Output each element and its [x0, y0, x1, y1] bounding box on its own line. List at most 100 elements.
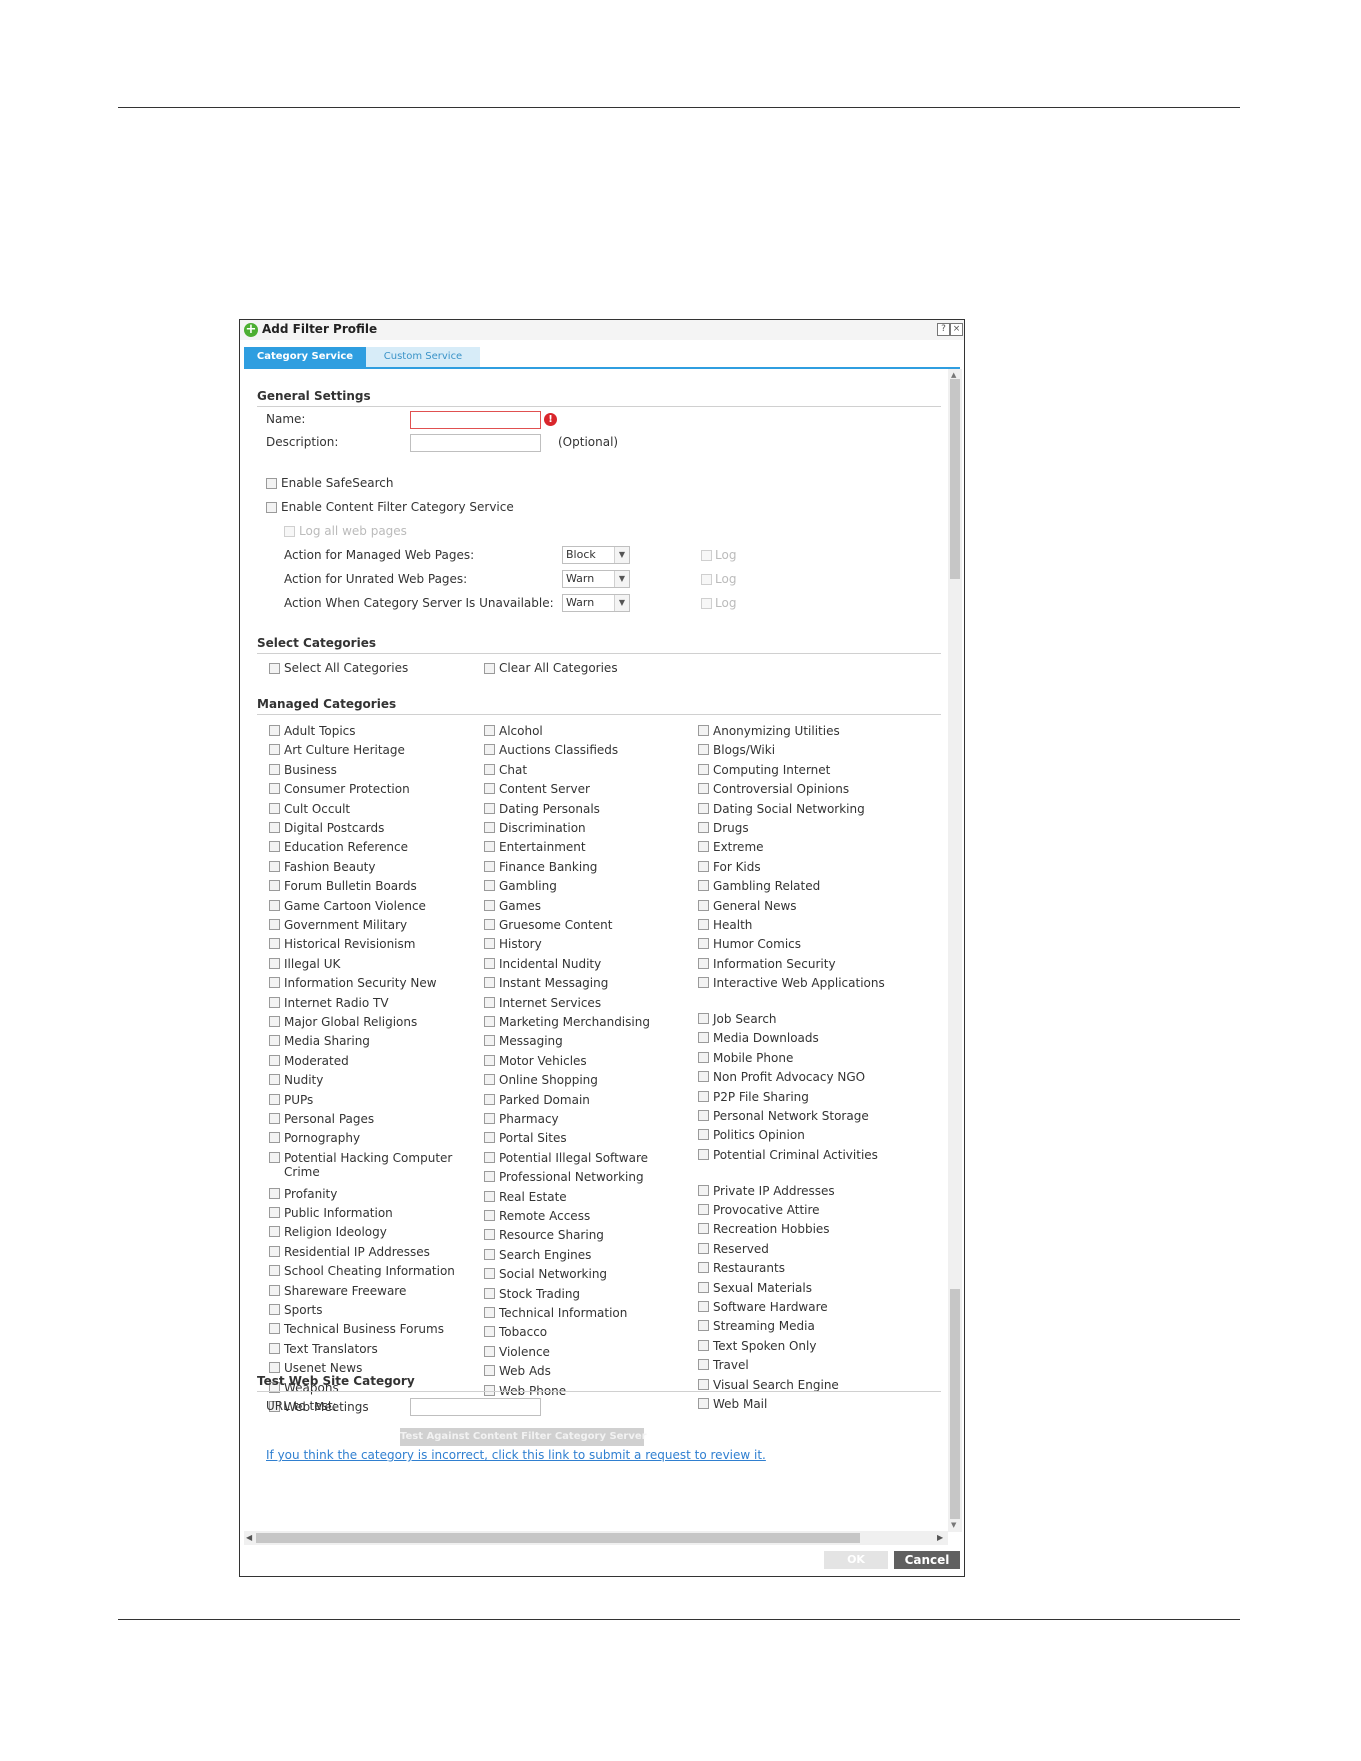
- category-checkbox[interactable]: [484, 977, 495, 988]
- scroll-right-icon[interactable]: ▶: [937, 1533, 943, 1542]
- category-checkbox[interactable]: [698, 822, 709, 833]
- category-checkbox[interactable]: [269, 822, 280, 833]
- help-icon[interactable]: ?: [937, 323, 950, 336]
- review-request-link[interactable]: If you think the category is incorrect, …: [266, 1448, 766, 1462]
- category-checkbox[interactable]: [269, 997, 280, 1008]
- category-checkbox[interactable]: [484, 1191, 495, 1202]
- category-checkbox[interactable]: [269, 880, 280, 891]
- category-checkbox[interactable]: [484, 1132, 495, 1143]
- category-checkbox[interactable]: [269, 1094, 280, 1105]
- url-to-test-input[interactable]: [410, 1398, 541, 1416]
- category-checkbox[interactable]: [698, 1052, 709, 1063]
- category-checkbox[interactable]: [269, 1152, 280, 1163]
- category-checkbox[interactable]: [698, 1204, 709, 1215]
- category-checkbox[interactable]: [698, 1262, 709, 1273]
- category-checkbox[interactable]: [698, 1071, 709, 1082]
- category-checkbox[interactable]: [269, 861, 280, 872]
- category-checkbox[interactable]: [698, 1243, 709, 1254]
- category-checkbox[interactable]: [698, 1301, 709, 1312]
- category-checkbox[interactable]: [698, 880, 709, 891]
- category-checkbox[interactable]: [269, 1074, 280, 1085]
- category-checkbox[interactable]: [484, 938, 495, 949]
- category-checkbox[interactable]: [698, 803, 709, 814]
- category-checkbox[interactable]: [269, 1113, 280, 1124]
- category-checkbox[interactable]: [269, 1362, 280, 1373]
- category-checkbox[interactable]: [698, 1032, 709, 1043]
- vertical-scroll-thumb-lower[interactable]: [950, 1289, 960, 1519]
- scroll-down-icon[interactable]: ▼: [951, 1521, 956, 1529]
- category-checkbox[interactable]: [269, 725, 280, 736]
- category-checkbox[interactable]: [269, 938, 280, 949]
- category-checkbox[interactable]: [698, 1013, 709, 1024]
- category-checkbox[interactable]: [269, 841, 280, 852]
- category-checkbox[interactable]: [698, 1379, 709, 1390]
- category-checkbox[interactable]: [484, 861, 495, 872]
- category-checkbox[interactable]: [698, 783, 709, 794]
- category-checkbox[interactable]: [269, 764, 280, 775]
- category-checkbox[interactable]: [484, 997, 495, 1008]
- category-checkbox[interactable]: [484, 900, 495, 911]
- category-checkbox[interactable]: [484, 803, 495, 814]
- enable-safesearch-checkbox[interactable]: [266, 478, 277, 489]
- category-checkbox[interactable]: [269, 1188, 280, 1199]
- category-checkbox[interactable]: [698, 841, 709, 852]
- category-checkbox[interactable]: [698, 764, 709, 775]
- category-checkbox[interactable]: [269, 1323, 280, 1334]
- category-checkbox[interactable]: [484, 1268, 495, 1279]
- category-checkbox[interactable]: [484, 1113, 495, 1124]
- action-unrated-select[interactable]: Warn ▼: [562, 570, 630, 588]
- category-checkbox[interactable]: [269, 977, 280, 988]
- category-checkbox[interactable]: [269, 1132, 280, 1143]
- category-checkbox[interactable]: [484, 1074, 495, 1085]
- category-checkbox[interactable]: [484, 1152, 495, 1163]
- vertical-scroll-thumb[interactable]: [950, 379, 960, 579]
- category-checkbox[interactable]: [698, 1110, 709, 1121]
- category-checkbox[interactable]: [698, 1185, 709, 1196]
- category-checkbox[interactable]: [269, 1226, 280, 1237]
- enable-content-filter-checkbox[interactable]: [266, 502, 277, 513]
- category-checkbox[interactable]: [484, 1055, 495, 1066]
- category-checkbox[interactable]: [484, 1016, 495, 1027]
- category-checkbox[interactable]: [269, 1265, 280, 1276]
- category-checkbox[interactable]: [698, 938, 709, 949]
- scroll-up-icon[interactable]: ▲: [951, 371, 956, 379]
- description-input[interactable]: [410, 434, 541, 452]
- category-checkbox[interactable]: [698, 1129, 709, 1140]
- category-checkbox[interactable]: [698, 861, 709, 872]
- category-checkbox[interactable]: [269, 1304, 280, 1315]
- test-category-server-button[interactable]: Test Against Content Filter Category Ser…: [400, 1428, 647, 1446]
- log-all-checkbox[interactable]: [284, 526, 295, 537]
- category-checkbox[interactable]: [484, 744, 495, 755]
- category-checkbox[interactable]: [698, 958, 709, 969]
- category-checkbox[interactable]: [698, 1282, 709, 1293]
- clear-all-categories-checkbox[interactable]: [484, 663, 495, 674]
- horizontal-scroll-thumb[interactable]: [256, 1533, 860, 1543]
- ok-button[interactable]: OK: [824, 1551, 888, 1569]
- close-icon[interactable]: ×: [950, 323, 963, 336]
- name-input[interactable]: [410, 411, 541, 429]
- category-checkbox[interactable]: [269, 1055, 280, 1066]
- category-checkbox[interactable]: [269, 900, 280, 911]
- category-checkbox[interactable]: [698, 1091, 709, 1102]
- category-checkbox[interactable]: [698, 725, 709, 736]
- tab-category-service[interactable]: Category Service: [244, 347, 366, 367]
- horizontal-scrollbar[interactable]: ◀ ▶: [244, 1531, 948, 1545]
- category-checkbox[interactable]: [484, 958, 495, 969]
- category-checkbox[interactable]: [484, 1210, 495, 1221]
- category-checkbox[interactable]: [484, 880, 495, 891]
- category-checkbox[interactable]: [698, 1223, 709, 1234]
- tab-custom-service[interactable]: Custom Service: [366, 347, 480, 367]
- category-checkbox[interactable]: [269, 803, 280, 814]
- category-checkbox[interactable]: [484, 1094, 495, 1105]
- action-unrated-log-checkbox[interactable]: [701, 574, 712, 585]
- category-checkbox[interactable]: [484, 1365, 495, 1376]
- category-checkbox[interactable]: [269, 1343, 280, 1354]
- category-checkbox[interactable]: [698, 977, 709, 988]
- category-checkbox[interactable]: [269, 919, 280, 930]
- category-checkbox[interactable]: [484, 1171, 495, 1182]
- category-checkbox[interactable]: [698, 744, 709, 755]
- category-checkbox[interactable]: [269, 1285, 280, 1296]
- action-managed-log-checkbox[interactable]: [701, 550, 712, 561]
- action-unavailable-select[interactable]: Warn ▼: [562, 594, 630, 612]
- category-checkbox[interactable]: [484, 1035, 495, 1046]
